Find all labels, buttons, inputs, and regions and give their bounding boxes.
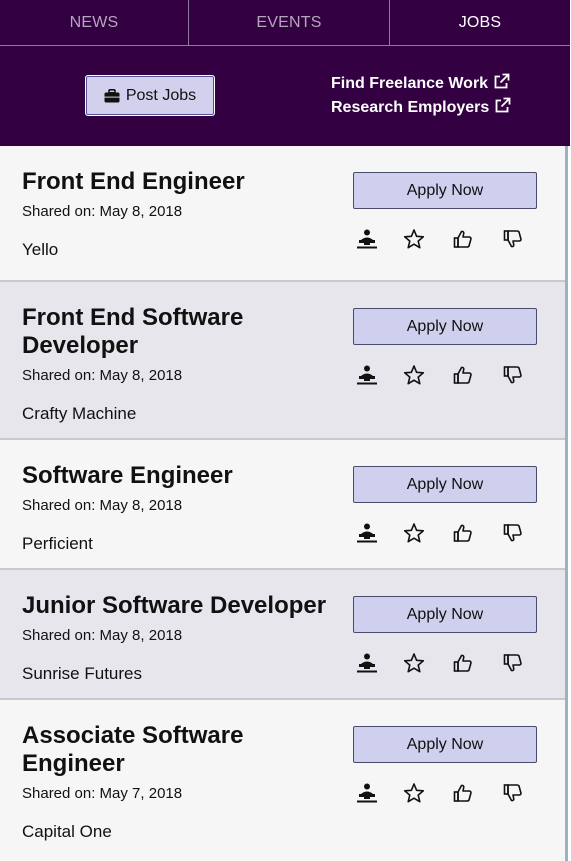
star-icon[interactable] (403, 364, 425, 386)
job-company: Yello (22, 240, 59, 259)
job-company: Capital One (22, 822, 112, 841)
job-actions (356, 782, 526, 804)
star-icon[interactable] (403, 228, 425, 250)
post-jobs-label: Post Jobs (125, 86, 197, 104)
job-shared-date: Shared on: May 8, 2018 (22, 627, 183, 644)
job-card: Associate Software Engineer Shared on: M… (0, 700, 565, 861)
job-shared-date: Shared on: May 8, 2018 (22, 497, 183, 514)
thumbs-up-icon[interactable] (452, 652, 474, 674)
job-actions (356, 652, 526, 674)
thumbs-up-icon[interactable] (452, 522, 474, 544)
tab-news[interactable]: NEWS (0, 0, 189, 45)
job-shared-date: Shared on: May 8, 2018 (22, 367, 183, 384)
tab-bar: NEWS EVENTS JOBS (0, 0, 570, 46)
external-link-icon (494, 97, 511, 119)
job-shared-date: Shared on: May 8, 2018 (22, 203, 183, 220)
scrollbar[interactable] (565, 146, 568, 861)
job-actions (356, 364, 526, 386)
apply-now-button[interactable]: Apply Now (353, 726, 537, 763)
applied-desk-icon[interactable] (356, 364, 378, 386)
job-title[interactable]: Software Engineer (22, 462, 322, 490)
thumbs-up-icon[interactable] (452, 782, 474, 804)
find-freelance-work-link[interactable]: Find Freelance Work (331, 73, 510, 95)
job-title[interactable]: Junior Software Developer (22, 592, 342, 620)
job-title[interactable]: Front End Engineer (22, 168, 322, 196)
apply-now-button[interactable]: Apply Now (353, 466, 537, 503)
applied-desk-icon[interactable] (356, 652, 378, 674)
thumbs-down-icon[interactable] (502, 364, 524, 386)
job-shared-date: Shared on: May 7, 2018 (22, 785, 183, 802)
job-card: Software Engineer Shared on: May 8, 2018… (0, 440, 565, 570)
external-link-icon (493, 73, 510, 95)
thumbs-down-icon[interactable] (502, 522, 524, 544)
star-icon[interactable] (403, 522, 425, 544)
apply-now-button[interactable]: Apply Now (353, 172, 537, 209)
applied-desk-icon[interactable] (356, 228, 378, 250)
thumbs-up-icon[interactable] (452, 364, 474, 386)
star-icon[interactable] (403, 652, 425, 674)
job-card: Junior Software Developer Shared on: May… (0, 570, 565, 700)
tab-events[interactable]: EVENTS (189, 0, 390, 45)
tab-jobs[interactable]: JOBS (390, 0, 570, 45)
jobs-header: Post Jobs Find Freelance Work Research E… (0, 46, 570, 146)
apply-now-button[interactable]: Apply Now (353, 596, 537, 633)
job-company: Crafty Machine (22, 404, 137, 423)
applied-desk-icon[interactable] (356, 522, 378, 544)
job-card: Front End Software Developer Shared on: … (0, 282, 565, 440)
briefcase-icon (104, 88, 120, 103)
research-employers-label: Research Employers (331, 99, 490, 116)
thumbs-up-icon[interactable] (452, 228, 474, 250)
thumbs-down-icon[interactable] (502, 782, 524, 804)
research-employers-link[interactable]: Research Employers (331, 97, 511, 119)
job-actions (356, 522, 526, 544)
star-icon[interactable] (403, 782, 425, 804)
post-jobs-button[interactable]: Post Jobs (85, 75, 215, 116)
job-company: Perficient (22, 534, 93, 553)
find-freelance-work-label: Find Freelance Work (331, 75, 489, 92)
thumbs-down-icon[interactable] (502, 652, 524, 674)
job-company: Sunrise Futures (22, 664, 142, 683)
job-actions (356, 228, 526, 250)
apply-now-button[interactable]: Apply Now (353, 308, 537, 345)
thumbs-down-icon[interactable] (502, 228, 524, 250)
job-title[interactable]: Associate Software Engineer (22, 722, 322, 778)
applied-desk-icon[interactable] (356, 782, 378, 804)
job-card: Front End Engineer Shared on: May 8, 201… (0, 146, 565, 282)
job-list[interactable]: Front End Engineer Shared on: May 8, 201… (0, 146, 571, 861)
job-title[interactable]: Front End Software Developer (22, 304, 322, 360)
